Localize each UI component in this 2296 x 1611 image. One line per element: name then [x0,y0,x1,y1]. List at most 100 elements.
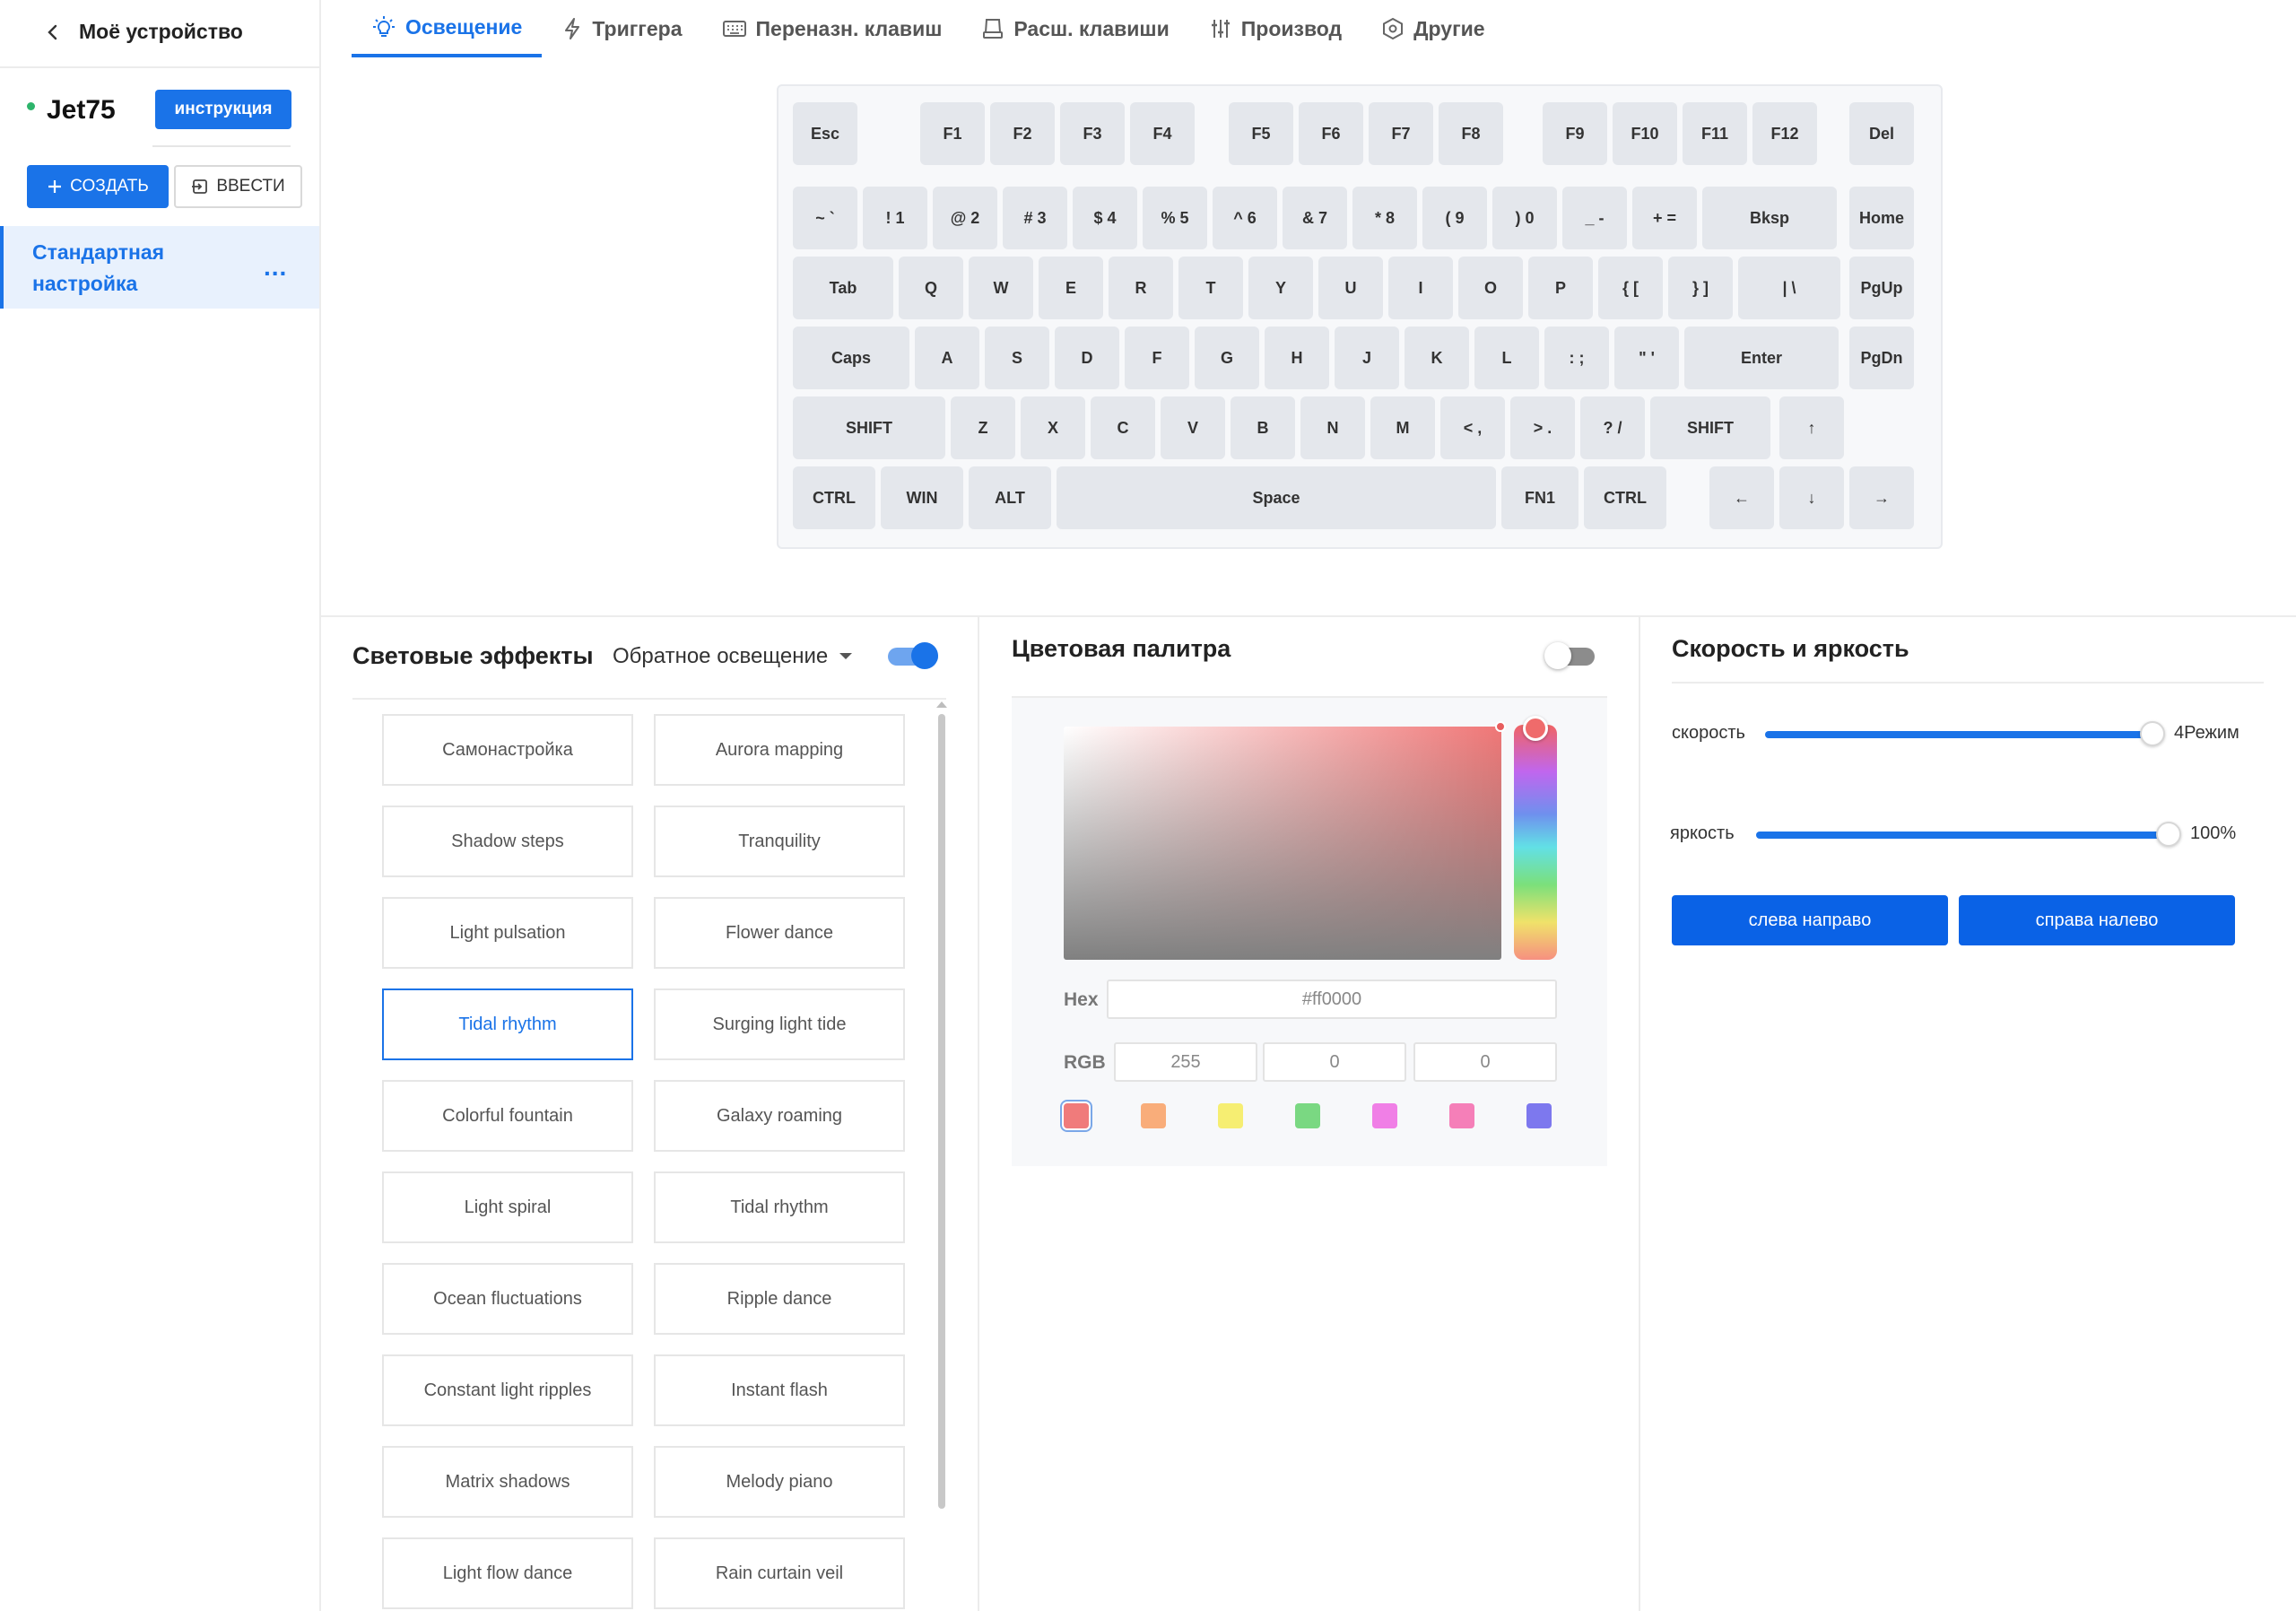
key[interactable]: F8 [1439,102,1503,165]
more-options-icon[interactable]: ... [264,253,287,282]
key[interactable]: ↑ [1779,396,1844,459]
key[interactable]: G [1195,327,1259,389]
effect-option[interactable]: Matrix shadows [382,1446,633,1518]
key[interactable]: CTRL [1584,466,1666,529]
key[interactable]: D [1055,327,1119,389]
effect-option[interactable]: Constant light ripples [382,1354,633,1426]
key[interactable]: R [1109,257,1173,319]
key[interactable]: SHIFT [1650,396,1770,459]
key[interactable]: > . [1510,396,1575,459]
scroll-up-arrow-icon[interactable] [936,701,947,708]
key[interactable]: M [1370,396,1435,459]
key[interactable]: & 7 [1283,187,1347,249]
tab-other[interactable]: Другие [1361,0,1504,57]
color-swatch[interactable] [1449,1103,1474,1128]
key[interactable]: F12 [1752,102,1817,165]
color-swatch[interactable] [1526,1103,1552,1128]
hue-slider[interactable] [1514,725,1557,960]
key[interactable]: F3 [1060,102,1125,165]
effects-scrollbar[interactable] [938,714,945,1509]
effect-option[interactable]: Ripple dance [654,1263,905,1335]
effect-option[interactable]: Colorful fountain [382,1080,633,1152]
key[interactable]: V [1161,396,1225,459]
key[interactable]: S [985,327,1049,389]
tab-remap[interactable]: Переназн. клавиш [702,0,962,57]
key[interactable]: Q [899,257,963,319]
key[interactable]: : ; [1544,327,1609,389]
key[interactable]: W [969,257,1033,319]
key[interactable]: ! 1 [863,187,927,249]
color-swatch[interactable] [1141,1103,1166,1128]
key[interactable]: F1 [920,102,985,165]
key[interactable]: L [1474,327,1539,389]
tab-performance[interactable]: Производ [1189,0,1361,57]
key[interactable]: Caps [793,327,909,389]
key[interactable]: WIN [881,466,963,529]
key[interactable]: F2 [990,102,1055,165]
effect-option[interactable]: Light spiral [382,1171,633,1243]
key[interactable]: A [915,327,979,389]
key[interactable]: PgUp [1849,257,1914,319]
lighting-mode-select[interactable]: Обратное освещение [613,644,853,669]
key[interactable]: F5 [1229,102,1293,165]
effect-option[interactable]: Самонастройка [382,714,633,786]
effect-option[interactable]: Light flow dance [382,1537,633,1609]
key[interactable]: F4 [1130,102,1195,165]
instruction-button[interactable]: инструкция [155,90,291,129]
key[interactable]: Tab [793,257,893,319]
key[interactable]: F11 [1683,102,1747,165]
rgb-blue-input[interactable] [1413,1042,1557,1082]
right-to-left-button[interactable]: справа налево [1959,895,2235,945]
key[interactable]: K [1405,327,1469,389]
tab-extended-keys[interactable]: Расш. клавиши [961,0,1188,57]
key[interactable]: | \ [1738,257,1840,319]
effect-option[interactable]: Ocean fluctuations [382,1263,633,1335]
brightness-slider-track[interactable] [1756,832,2169,839]
key[interactable]: Y [1248,257,1313,319]
back-title[interactable]: Моё устройство [79,20,243,44]
tab-triggers[interactable]: Триггера [542,0,701,57]
key[interactable]: U [1318,257,1383,319]
hue-slider-knob[interactable] [1523,716,1548,741]
saturation-cursor[interactable] [1495,721,1506,732]
key[interactable]: ALT [969,466,1051,529]
key[interactable]: O [1458,257,1523,319]
key[interactable]: # 3 [1003,187,1067,249]
key[interactable]: * 8 [1352,187,1417,249]
rgb-green-input[interactable] [1263,1042,1406,1082]
color-swatch[interactable] [1295,1103,1320,1128]
effect-option[interactable]: Melody piano [654,1446,905,1518]
effect-option[interactable]: Surging light tide [654,988,905,1060]
palette-toggle[interactable] [1544,642,1595,669]
key[interactable]: ~ ` [793,187,857,249]
effect-option[interactable]: Tidal rhythm [654,1171,905,1243]
key[interactable]: ^ 6 [1213,187,1277,249]
key[interactable]: F10 [1613,102,1677,165]
key[interactable]: Bksp [1702,187,1837,249]
key[interactable]: ↓ [1779,466,1844,529]
key[interactable]: < , [1440,396,1505,459]
back-arrow-icon[interactable] [45,22,61,43]
key[interactable]: H [1265,327,1329,389]
key[interactable]: CTRL [793,466,875,529]
key[interactable]: B [1231,396,1295,459]
speed-slider-track[interactable] [1765,731,2152,738]
key[interactable]: T [1178,257,1243,319]
key[interactable]: ← [1709,466,1774,529]
import-profile-button[interactable]: ВВЕСТИ [174,165,302,208]
key[interactable]: P [1528,257,1593,319]
key[interactable]: FN1 [1501,466,1578,529]
key[interactable]: { [ [1598,257,1663,319]
key[interactable]: F9 [1543,102,1607,165]
key[interactable]: F6 [1299,102,1363,165]
key[interactable]: Enter [1684,327,1839,389]
tab-lighting[interactable]: Освещение [352,0,543,57]
key[interactable]: F7 [1369,102,1433,165]
key[interactable]: Esc [793,102,857,165]
effect-option[interactable]: Light pulsation [382,897,633,969]
create-profile-button[interactable]: СОЗДАТЬ [27,165,169,208]
effect-option[interactable]: Flower dance [654,897,905,969]
key[interactable]: N [1300,396,1365,459]
key[interactable]: Space [1057,466,1496,529]
effects-toggle[interactable] [888,642,938,669]
